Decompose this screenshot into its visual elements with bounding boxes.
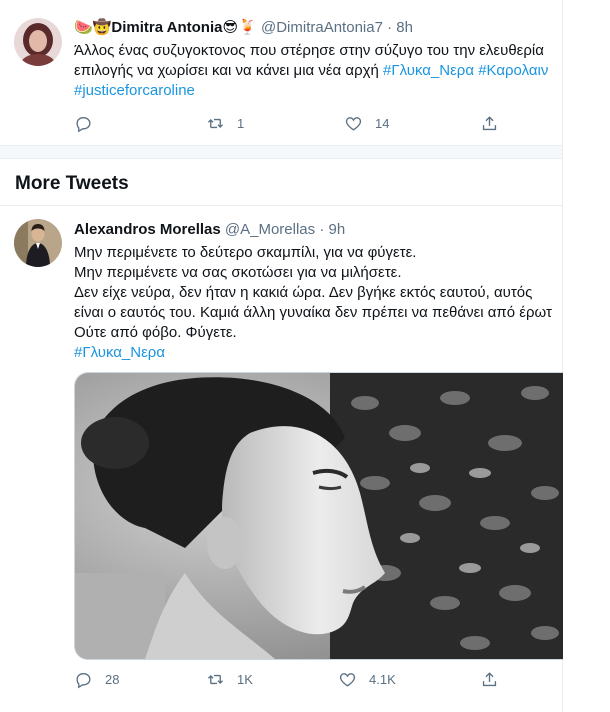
display-name[interactable]: Dimitra Antonia xyxy=(111,19,222,36)
tweet-photo[interactable] xyxy=(74,372,563,660)
tweet-line-text: επιλογής να χωρίσει και να κάνει μια νέα… xyxy=(74,62,383,79)
retweet-icon xyxy=(207,118,224,129)
tweet-actions: 28 1K 4.1K xyxy=(74,670,514,692)
share-button[interactable] xyxy=(480,670,499,689)
tweet-line: Δεν είχε νεύρα, δεν ήταν η κακιά ώρα. Δε… xyxy=(74,284,533,301)
retweet-button[interactable]: 1 xyxy=(206,114,244,133)
hashtag-link[interactable]: #Γλυκα_Νερα xyxy=(74,343,562,363)
retweet-count: 1K xyxy=(237,672,253,687)
tweet-header: 🍉🤠Dimitra Antonia😎🍹 @DimitraAntonia7 · 8… xyxy=(74,18,413,38)
reply-icon xyxy=(76,673,91,689)
like-count: 14 xyxy=(375,116,390,131)
like-count: 4.1K xyxy=(369,672,396,687)
reply-icon xyxy=(76,117,91,133)
tweet-text: Μην περιμένετε το δεύτερο σκαμπίλι, για … xyxy=(74,243,562,363)
section-divider xyxy=(0,145,562,159)
profile-photo-image xyxy=(75,373,563,659)
dot-separator: · xyxy=(387,19,393,36)
avatar[interactable] xyxy=(14,18,62,66)
share-icon xyxy=(482,672,497,687)
heart-icon xyxy=(339,673,356,687)
hashtag-link[interactable]: #justiceforcaroline xyxy=(74,82,195,99)
dot-separator: · xyxy=(319,221,325,238)
tweet-dimitra[interactable]: 🍉🤠Dimitra Antonia😎🍹 @DimitraAntonia7 · 8… xyxy=(0,0,562,150)
share-button[interactable] xyxy=(480,114,499,133)
like-button[interactable]: 4.1K xyxy=(338,670,396,689)
tweet-actions: 1 14 xyxy=(74,114,514,136)
share-icon xyxy=(482,116,497,131)
name-emoji-left: 🍉🤠 xyxy=(74,19,112,36)
tweet-line: είναι ο εαυτός του. Καμιά άλλη γυναίκα δ… xyxy=(74,304,552,321)
user-handle[interactable]: @A_Morellas xyxy=(225,221,315,238)
tweet-time[interactable]: 8h xyxy=(396,19,413,36)
name-emoji-right: 😎🍹 xyxy=(222,19,257,36)
heart-icon xyxy=(345,117,362,131)
retweet-icon xyxy=(207,674,224,685)
tweet-line: Μην περιμένετε να σας σκοτώσει για να μι… xyxy=(74,264,402,281)
retweet-count: 1 xyxy=(237,116,245,131)
tweet-line: #justiceforcaroline xyxy=(74,81,562,101)
tweet-line: Άλλος ένας συζυγοκτονος που στέρησε στην… xyxy=(74,42,544,59)
retweet-button[interactable]: 1K xyxy=(206,670,253,689)
avatar[interactable] xyxy=(14,219,62,267)
tweet-time[interactable]: 9h xyxy=(329,221,346,238)
tweet-header: Alexandros Morellas @A_Morellas · 9h xyxy=(74,220,345,240)
user-handle[interactable]: @DimitraAntonia7 xyxy=(261,19,383,36)
reply-button[interactable]: 28 xyxy=(74,670,119,689)
like-button[interactable]: 14 xyxy=(344,114,389,133)
tweet-text: Άλλος ένας συζυγοκτονος που στέρησε στην… xyxy=(74,41,562,101)
reply-count: 28 xyxy=(105,672,120,687)
hashtag-link[interactable]: #Γλυκα_Νερα xyxy=(383,62,474,79)
display-name[interactable]: Alexandros Morellas xyxy=(74,221,221,238)
tweet-line: επιλογής να χωρίσει και να κάνει μια νέα… xyxy=(74,61,562,81)
tweet-line: Μην περιμένετε το δεύτερο σκαμπίλι, για … xyxy=(74,244,417,261)
hashtag-link[interactable]: #Καρολαιν xyxy=(478,62,548,79)
tweet-line: Ούτε από φόβο. Φύγετε. xyxy=(74,324,237,341)
section-title: More Tweets xyxy=(15,173,129,194)
reply-button[interactable] xyxy=(74,114,105,133)
